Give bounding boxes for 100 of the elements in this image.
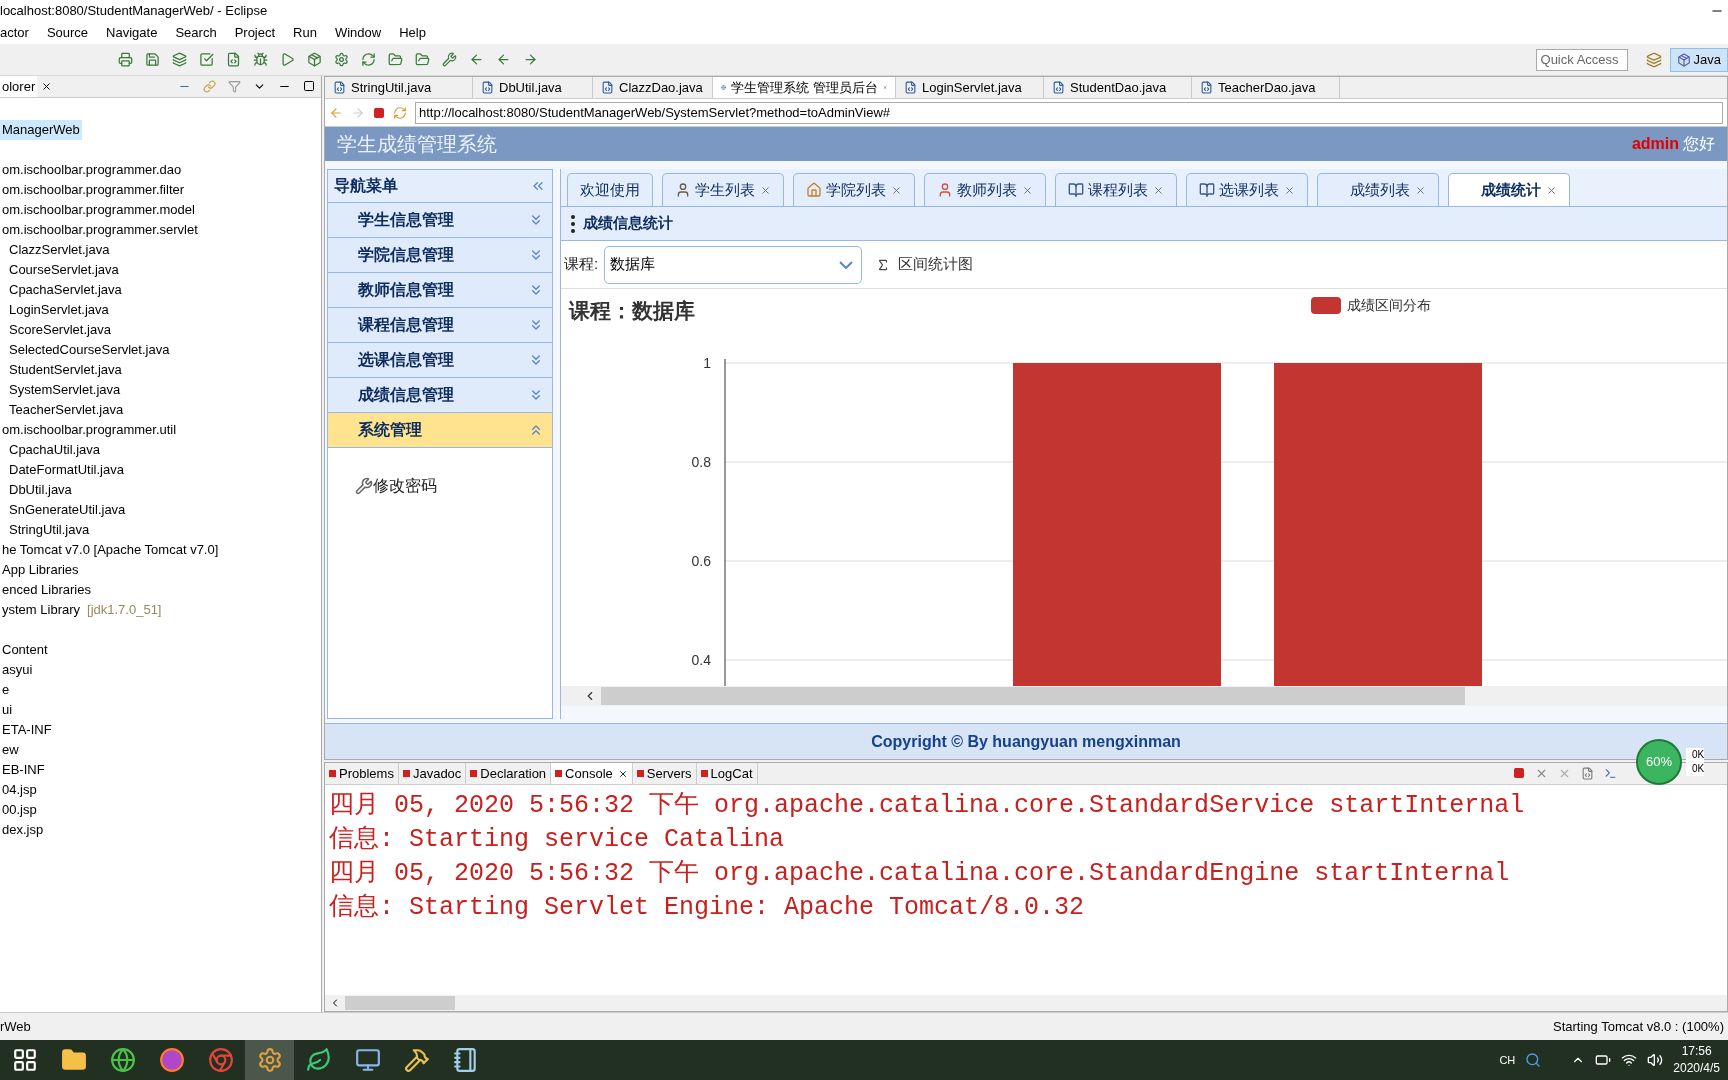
page-tab[interactable]: 教师列表 [924,173,1046,206]
scrollbar-thumb[interactable] [345,996,455,1010]
save-icon[interactable] [145,52,160,67]
clock-time[interactable]: 17:56 [1681,1043,1712,1060]
tree-item[interactable]: ew [0,740,21,760]
tree-item[interactable]: App Libraries [0,560,81,580]
tree-item[interactable]: ui [0,700,15,720]
menu-item[interactable]: Run [293,23,317,43]
tree-item[interactable]: DateFormatUtil.java [7,460,126,480]
accordion-header[interactable]: 成绩信息管理 [328,378,552,413]
printer-icon[interactable] [118,52,133,67]
accordion-header[interactable]: 教师信息管理 [328,273,552,308]
tree-item[interactable]: CpachaServlet.java [7,280,124,300]
console-icon[interactable] [1604,767,1617,780]
checkbox-icon[interactable] [199,52,214,67]
back-icon[interactable] [329,105,343,120]
gear-icon[interactable] [256,1047,283,1073]
bug-icon[interactable] [253,52,268,67]
tree-item[interactable]: 00.jsp [0,800,39,820]
view-tab[interactable]: Servers [632,763,697,784]
maximize-icon[interactable] [303,80,315,92]
notepad-icon[interactable] [452,1047,479,1073]
tree-item[interactable]: LoginServlet.java [7,300,111,320]
menu-item[interactable]: Help [399,23,426,43]
refresh-icon[interactable] [361,52,376,67]
terminate-icon[interactable] [1513,767,1525,779]
close-icon[interactable] [617,768,628,779]
course-select[interactable]: 数据库 [604,245,863,284]
tree-item[interactable]: CpachaUtil.java [7,440,103,460]
document-icon[interactable] [1581,767,1594,780]
tree-item[interactable]: DbUtil.java [7,480,74,500]
forward-icon[interactable] [523,52,538,67]
tree-item[interactable]: TeacherServlet.java [7,400,126,420]
layers-icon[interactable] [172,52,187,67]
tree-item[interactable]: Content [0,640,50,660]
play-icon[interactable] [280,52,295,67]
scrollbar-thumb[interactable] [601,687,1465,705]
back-icon[interactable] [496,52,511,67]
tree-item[interactable]: ETA-INF [0,720,54,740]
editor-tab[interactable]: TeacherDao.java [1192,77,1340,98]
tree-item[interactable]: StringUtil.java [7,520,92,540]
tree-item[interactable]: CourseServlet.java [7,260,121,280]
tree-item[interactable]: om.ischoolbar.programmer.model [0,200,197,220]
package-icon[interactable] [307,52,322,67]
view-tab[interactable]: Javadoc [398,763,467,784]
globe-icon[interactable] [109,1047,136,1073]
battery-icon[interactable] [1595,1052,1612,1068]
input-language[interactable]: CH [1499,1051,1516,1069]
page-tab[interactable]: 学院列表 [793,173,915,206]
tree-item[interactable]: SystemServlet.java [7,380,123,400]
tree-item[interactable]: ystem Library [0,600,83,620]
open-perspective-icon[interactable] [1645,51,1662,68]
tree-item[interactable]: asyui [0,660,35,680]
accordion-header[interactable]: 选课信息管理 [328,343,552,378]
view-tab[interactable]: LogCat [696,763,758,784]
wrench-icon[interactable] [442,52,457,67]
close-icon[interactable] [41,81,53,92]
task-view-icon[interactable] [11,1047,38,1073]
tree-item[interactable]: om.ischoolbar.programmer.util [0,420,179,440]
menu-item[interactable]: Search [175,23,217,43]
accordion-header[interactable]: 学生信息管理 [328,203,552,238]
chart-button[interactable]: 区间统计图 [876,253,974,276]
tools-icon[interactable] [403,1047,430,1073]
back-icon[interactable] [469,52,484,67]
menu-item[interactable]: actor [0,23,29,43]
leaf-icon[interactable] [305,1047,332,1073]
page-tab[interactable]: 欢迎使用 [567,173,653,206]
tree-item[interactable]: EB-INF [0,760,47,780]
tree-item[interactable]: SelectedCourseServlet.java [7,340,172,360]
editor-tab[interactable]: LoginServlet.java [896,77,1044,98]
editor-tab[interactable]: DbUtil.java [473,77,593,98]
tree-item[interactable]: ClazzServlet.java [7,240,112,260]
editor-tab[interactable]: StringUtil.java [325,77,473,98]
refresh-icon[interactable] [393,105,407,120]
wifi-icon[interactable] [1621,1052,1638,1068]
editor-tab[interactable]: StudentDao.java [1044,77,1192,98]
page-tab[interactable]: 选课列表 [1186,173,1308,206]
folder-icon[interactable] [415,52,430,67]
clock-date[interactable]: 2020/4/5 [1673,1060,1720,1077]
filter-icon[interactable] [228,80,241,93]
view-tab[interactable]: Problems [325,763,399,784]
perspective-button[interactable]: Java [1669,47,1728,72]
tree-item[interactable]: dex.jsp [0,820,46,840]
menu-item[interactable]: Navigate [106,23,158,43]
tree-item[interactable]: enced Libraries [0,580,93,600]
accordion-header[interactable]: 课程信息管理 [328,308,552,343]
computer-icon[interactable] [354,1047,381,1073]
accordion-header[interactable]: 学院信息管理 [328,238,552,273]
stop-icon[interactable] [373,106,385,119]
tree-item[interactable]: ManagerWeb [0,120,82,140]
view-tab[interactable]: olorer [0,76,38,97]
file-icon[interactable] [226,52,241,67]
quick-access-field[interactable]: Quick Access [1535,48,1628,71]
folder-icon[interactable] [388,52,403,67]
menu-link[interactable]: 修改密码 [373,474,437,498]
tree-item[interactable]: he Tomcat v7.0 [Apache Tomcat v7.0] [0,540,221,560]
remove-icon[interactable] [1535,767,1548,780]
browser-icon[interactable] [207,1047,234,1073]
accordion-header[interactable]: 系统管理 [328,413,552,448]
tree-item[interactable]: om.ischoolbar.programmer.servlet [0,220,200,240]
